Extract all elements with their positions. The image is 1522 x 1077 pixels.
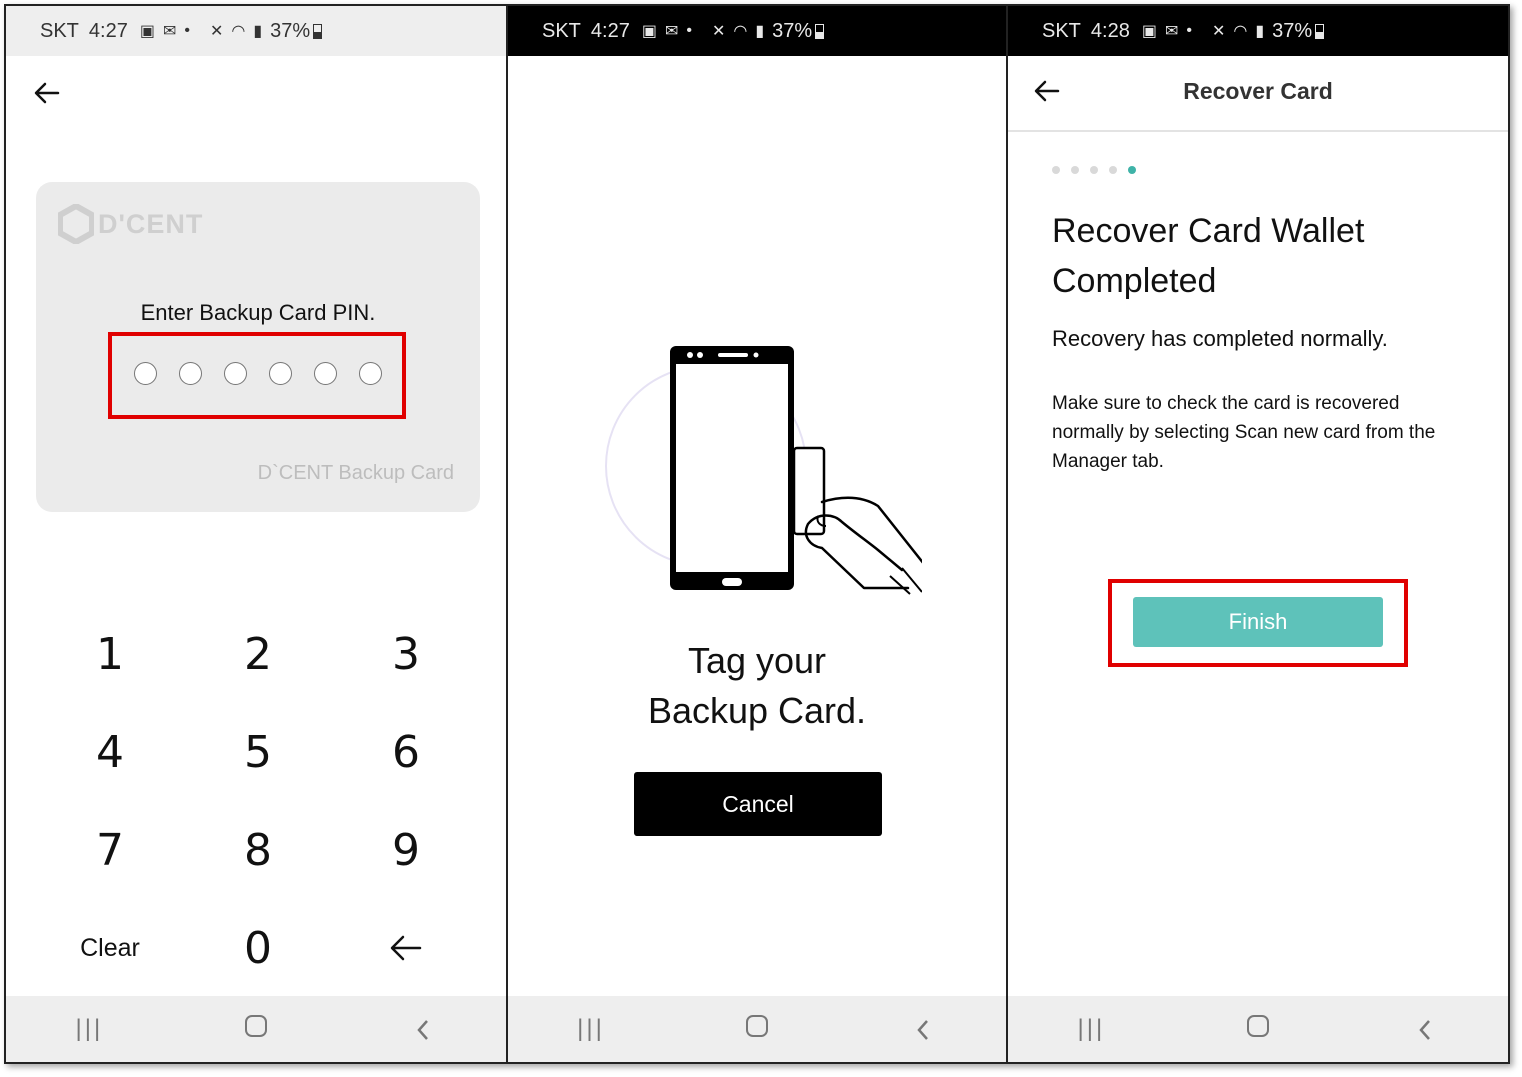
wifi-icon: ◠ [1233,23,1248,40]
step-dot [1109,166,1117,174]
clock: 4:27 [88,19,128,42]
clock: 4:27 [590,19,630,42]
image-icon: ▣ [641,23,657,40]
step-dot [1128,166,1136,174]
image-icon: ▣ [1141,23,1157,40]
pin-digit-dot [314,362,337,385]
wifi-icon: ◠ [733,23,748,40]
step-indicator [1052,166,1136,174]
status-bar: SKT 4:27 ▣ ✉ • ✕ ◠ ▮ 37% [6,6,506,56]
card-footer-text: D`CENT Backup Card [257,462,454,484]
image-icon: ▣ [139,23,155,40]
phone-tap-card-illustration [605,346,922,595]
clear-key[interactable]: Clear [50,908,170,988]
screenshot-frame: SKT 4:27 ▣ ✉ • ✕ ◠ ▮ 37% D'CENT Enter Ba… [4,4,1510,1064]
completion-heading-line2: Completed [1052,262,1217,300]
recents-icon[interactable]: ||| [59,1015,119,1043]
mute-icon: ✕ [209,23,224,40]
nav-back-icon[interactable] [893,1016,953,1042]
step-dot [1071,166,1079,174]
app-header: Recover Card [1008,56,1508,132]
pin-digit-dot [269,362,292,385]
system-nav-bar: ||| [1008,996,1508,1062]
digit-key-4[interactable]: 4 [50,712,170,792]
digit-key-8[interactable]: 8 [198,810,318,890]
dot-icon: • [686,22,692,39]
mail-icon: ✉ [1164,23,1179,40]
page-title: Recover Card [1183,78,1333,104]
tag-card-screen: SKT 4:27 ▣ ✉ • ✕ ◠ ▮ 37% Tag your Backup… [506,6,1006,1062]
digit-key-5[interactable]: 5 [198,712,318,792]
recents-icon[interactable]: ||| [561,1015,621,1043]
digit-key-1[interactable]: 1 [50,614,170,694]
digit-key-6[interactable]: 6 [346,712,466,792]
system-nav-bar: ||| [508,996,1006,1062]
dcent-logo: D'CENT [58,204,203,244]
digit-key-7[interactable]: 7 [50,810,170,890]
pin-entry-screen: SKT 4:27 ▣ ✉ • ✕ ◠ ▮ 37% D'CENT Enter Ba… [6,6,506,1062]
home-icon[interactable] [1246,1015,1269,1037]
finish-button[interactable]: Finish [1133,597,1383,647]
cancel-button[interactable]: Cancel [634,772,882,836]
pin-digit-dot [179,362,202,385]
battery-percent: 37% [1272,19,1313,42]
battery-percent: 37% [270,19,311,42]
battery-icon [1315,23,1325,39]
finish-highlight-box: Finish [1108,579,1408,667]
tag-instruction-line2: Backup Card. [647,690,867,731]
status-bar: SKT 4:28 ▣ ✉ • ✕ ◠ ▮ 37% [1008,6,1508,56]
tag-instruction-line1: Tag your [687,640,827,681]
pin-digit-dot [134,362,157,385]
pin-dots[interactable] [134,362,382,385]
wifi-icon: ◠ [231,23,246,40]
digit-key-3[interactable]: 3 [346,614,466,694]
backspace-icon [390,935,422,961]
clock: 4:28 [1090,19,1130,42]
mail-icon: ✉ [664,23,679,40]
digit-key-9[interactable]: 9 [346,810,466,890]
backup-card: D'CENT Enter Backup Card PIN. D`CENT Bac… [36,182,480,512]
pin-digit-dot [224,362,247,385]
pin-digit-dot [359,362,382,385]
recovery-complete-screen: SKT 4:28 ▣ ✉ • ✕ ◠ ▮ 37% Recover Card Re… [1006,6,1508,1062]
carrier-label: SKT [40,19,79,42]
nav-back-icon[interactable] [393,1016,453,1042]
home-icon[interactable] [746,1015,768,1037]
signal-icon: ▮ [1255,23,1265,40]
dot-icon: • [1186,22,1192,39]
tag-instruction: Tag your Backup Card. [508,636,1006,736]
carrier-label: SKT [1042,19,1081,42]
dot-icon: • [184,22,190,39]
battery-icon [313,23,323,39]
pin-highlight-box [108,332,406,419]
carrier-label: SKT [542,19,581,42]
completion-message: Recovery has completed normally. [1052,326,1388,351]
mute-icon: ✕ [711,23,726,40]
step-dot [1052,166,1060,174]
home-icon[interactable] [244,1015,267,1037]
status-bar: SKT 4:27 ▣ ✉ • ✕ ◠ ▮ 37% [508,6,1006,56]
mail-icon: ✉ [162,23,177,40]
mute-icon: ✕ [1211,23,1226,40]
step-dot [1090,166,1098,174]
battery-percent: 37% [772,19,813,42]
backspace-key[interactable] [346,908,466,988]
signal-icon: ▮ [755,23,765,40]
signal-icon: ▮ [253,23,263,40]
brand-name: D'CENT [98,208,204,239]
recents-icon[interactable]: ||| [1061,1015,1121,1043]
completion-heading: Recover Card Wallet Completed [1052,206,1492,306]
completion-note: Make sure to check the card is recovered… [1052,393,1436,472]
completion-heading-line1: Recover Card Wallet [1052,212,1365,250]
system-nav-bar: ||| [6,996,506,1062]
back-arrow-icon[interactable] [32,78,62,108]
digit-key-0[interactable]: 0 [198,908,318,988]
dcent-logo-icon [58,204,94,244]
nav-back-icon[interactable] [1395,1016,1455,1042]
battery-icon [815,23,825,39]
pin-label: Enter Backup Card PIN. [140,300,376,325]
digit-key-2[interactable]: 2 [198,614,318,694]
